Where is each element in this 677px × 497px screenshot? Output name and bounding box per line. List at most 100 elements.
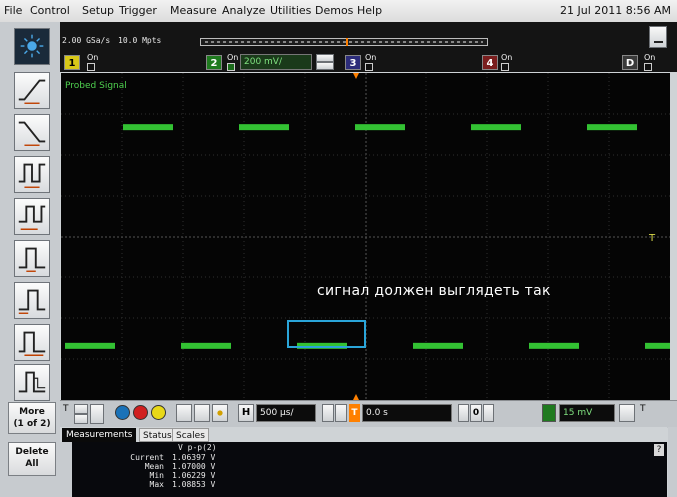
period-pulse-icon — [18, 163, 46, 188]
memory-waveform — [205, 41, 483, 43]
clear-display-button[interactable] — [194, 404, 210, 422]
fall-time-button[interactable] — [14, 114, 50, 151]
rising-edge-icon — [18, 79, 46, 104]
channel-2-button[interactable]: 2 — [206, 55, 222, 70]
autoscale-toolbar-button[interactable] — [212, 404, 228, 422]
pulse-width-button[interactable] — [14, 240, 50, 277]
up-arrow-button[interactable] — [74, 404, 88, 414]
trace-segment — [239, 124, 289, 131]
measurement-row-value: 1.06397 V — [172, 453, 216, 462]
print-button[interactable] — [176, 404, 192, 422]
waveform-display[interactable]: Probed Signal сигнал должен выглядеть та… — [61, 73, 670, 400]
menu-measure[interactable]: Measure — [170, 4, 217, 17]
sample-rate: 2.00 GSa/s — [62, 36, 111, 45]
menu-utilities[interactable]: Utilities — [270, 4, 311, 17]
measurements-panel: Measurements Status Scales V p-p(2) Curr… — [60, 427, 667, 497]
ch2-ac-coupling-button[interactable] — [316, 62, 334, 70]
channel-1-checkbox[interactable] — [87, 63, 95, 71]
trace-label: Probed Signal — [65, 81, 127, 91]
channel-2-scale-field[interactable]: 200 mV/ — [240, 54, 312, 70]
falling-edge-icon — [18, 121, 46, 146]
menu-control[interactable]: Control — [30, 4, 70, 17]
more-button[interactable]: More (1 of 2) — [8, 402, 56, 434]
channel-3-checkbox[interactable] — [365, 63, 373, 71]
trace-segment — [645, 342, 670, 349]
measurement-row-value: 1.06229 V — [172, 471, 216, 480]
menu-trigger[interactable]: Trigger — [119, 4, 157, 17]
trigger-t-label: T — [640, 404, 646, 414]
trace-segment — [65, 342, 115, 349]
sun-toolbar-icon — [217, 410, 223, 416]
channel-4-button[interactable]: 4 — [482, 55, 498, 70]
nudge-button[interactable] — [90, 404, 104, 424]
channel-3-on-label: On — [365, 53, 377, 62]
channel-1-button[interactable]: 1 — [64, 55, 80, 70]
menu-bar: File Control Setup Trigger Measure Analy… — [0, 0, 677, 23]
trigger-mode-label: T — [63, 404, 69, 414]
trigger-source-button[interactable] — [542, 404, 556, 422]
trace-segment — [123, 124, 173, 131]
vpp-header: V p-p(2) — [178, 443, 217, 452]
trigger-level-marker: T — [649, 233, 656, 244]
tab-measurements[interactable]: Measurements — [62, 428, 137, 442]
trace-segment — [355, 124, 405, 131]
trigger-level-spinner[interactable] — [619, 404, 635, 422]
channel-3-button[interactable]: 3 — [345, 55, 361, 70]
trace-segment — [413, 342, 463, 349]
menu-file[interactable]: File — [4, 4, 22, 17]
menu-demos[interactable]: Demos — [315, 4, 353, 17]
trigger-position-marker — [353, 73, 359, 79]
measurement-row-label: Current — [130, 453, 164, 462]
single-button[interactable] — [151, 405, 166, 420]
delay-button[interactable] — [14, 364, 50, 401]
minimize-icon — [654, 41, 663, 43]
delay-right-button[interactable] — [483, 404, 494, 422]
digital-channels-button[interactable]: D — [622, 55, 638, 70]
annotation-text: сигнал должен выглядеть так — [317, 283, 551, 299]
menu-setup[interactable]: Setup — [82, 4, 114, 17]
delete-all-button[interactable]: Delete All — [8, 442, 56, 476]
grid-lines — [61, 73, 670, 400]
delay-zero-button[interactable]: 0 — [470, 404, 482, 422]
duty-cycle-button[interactable] — [14, 324, 50, 361]
waveform-trace — [65, 124, 670, 349]
ch2-dc-coupling-button[interactable] — [316, 54, 334, 62]
autoscale-button[interactable] — [14, 28, 50, 65]
channel-4-on-label: On — [501, 53, 513, 62]
channel-2-checkbox[interactable] — [227, 63, 235, 71]
delete-label: Delete — [15, 447, 49, 457]
measurement-row-value: 1.07000 V — [172, 462, 216, 471]
trigger-level-field[interactable]: 15 mV — [559, 404, 615, 422]
trigger-reference-button[interactable]: T — [349, 404, 360, 422]
zoom-in-button[interactable] — [335, 404, 347, 422]
window-minimize-button[interactable] — [649, 26, 667, 48]
negative-width-button[interactable] — [14, 282, 50, 319]
rise-time-button[interactable] — [14, 72, 50, 109]
channel-2-on-label: On — [227, 53, 239, 62]
down-arrow-button[interactable] — [74, 414, 88, 424]
trace-segment — [529, 342, 579, 349]
duty-cycle-icon — [18, 331, 46, 356]
sun-icon — [20, 34, 44, 58]
measurement-row-value: 1.08853 V — [172, 480, 216, 489]
horizontal-button[interactable]: H — [238, 404, 254, 422]
digital-checkbox[interactable] — [644, 63, 652, 71]
menu-help[interactable]: Help — [357, 4, 382, 17]
delay-left-button[interactable] — [458, 404, 469, 422]
channel-4-checkbox[interactable] — [501, 63, 509, 71]
more-page-label: (1 of 2) — [13, 419, 51, 429]
time-scale-field[interactable]: 500 µs/ — [256, 404, 316, 422]
digital-on-label: On — [644, 53, 656, 62]
measurement-row-label: Max — [149, 480, 164, 489]
delay-field[interactable]: 0.0 s — [362, 404, 452, 422]
tab-scales[interactable]: Scales — [172, 428, 209, 442]
zoom-out-button[interactable] — [322, 404, 334, 422]
stop-button[interactable] — [133, 405, 148, 420]
menu-analyze[interactable]: Analyze — [222, 4, 265, 17]
tab-status[interactable]: Status — [139, 428, 176, 442]
run-control-button[interactable] — [115, 405, 130, 420]
period-button[interactable] — [14, 156, 50, 193]
help-button[interactable]: ? — [654, 444, 664, 456]
frequency-button[interactable] — [14, 198, 50, 235]
trace-segment — [181, 342, 231, 349]
